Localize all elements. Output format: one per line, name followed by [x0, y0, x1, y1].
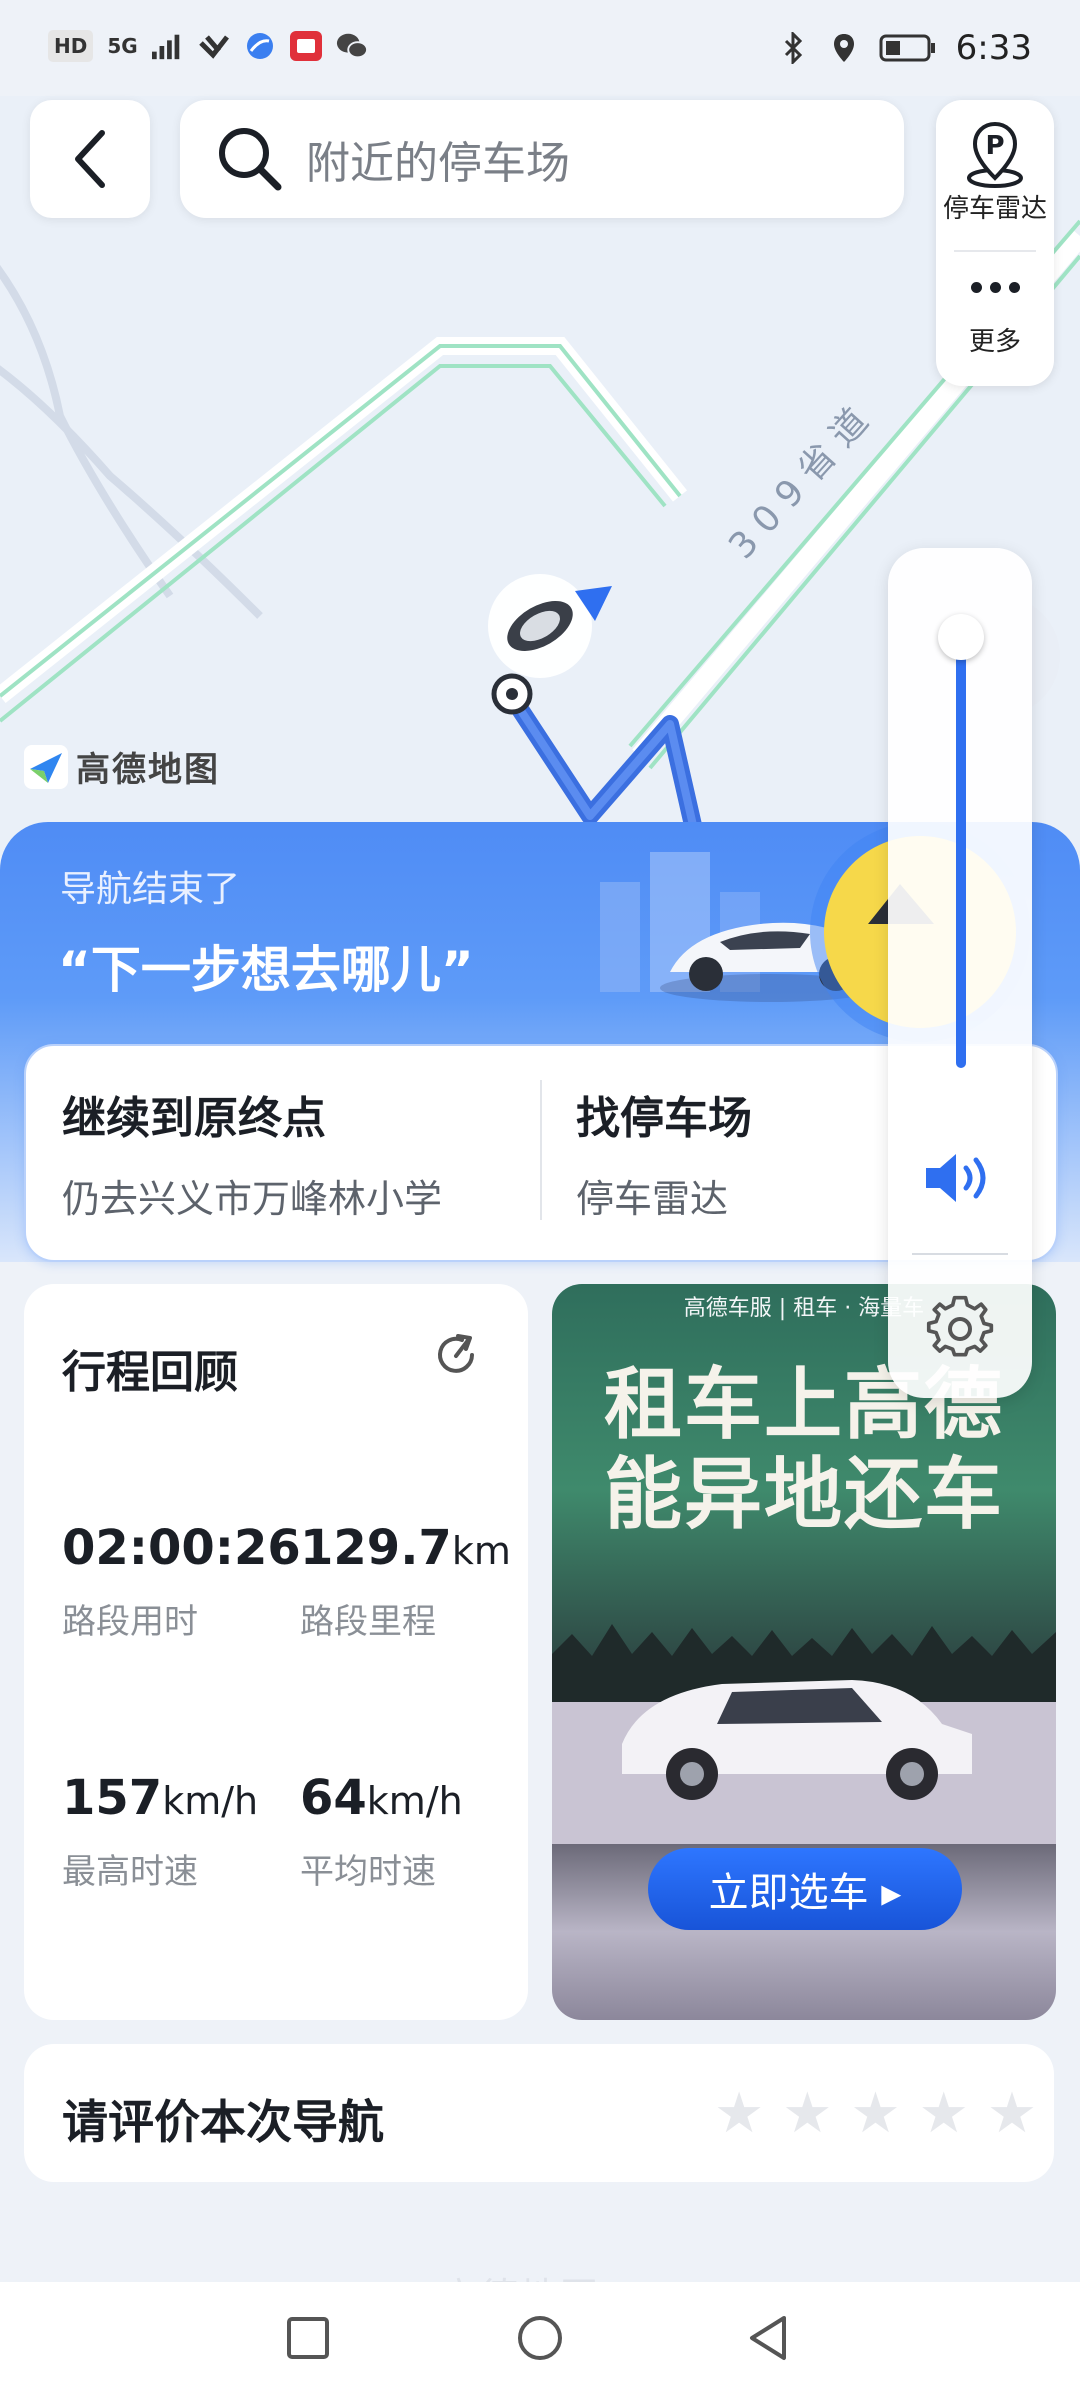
network-type: 5G [107, 34, 138, 58]
banner-subtitle: 导航结束了 [60, 869, 241, 910]
find-parking-title: 找停车场 [576, 1093, 752, 1144]
system-nav-bar [0, 2282, 1080, 2400]
browser-icon [244, 30, 276, 62]
svg-text:P: P [985, 131, 1004, 161]
star-icon[interactable]: ★ [987, 2086, 1037, 2142]
status-left: HD 5G [48, 30, 368, 62]
settings-button[interactable] [926, 1294, 994, 1366]
side-panel: P 停车雷达 更多 [936, 100, 1054, 386]
find-parking-option[interactable]: 找停车场 停车雷达 [576, 1082, 752, 1223]
status-right: 6:33 [778, 28, 1032, 68]
volume-fill [956, 638, 966, 1068]
side-divider [954, 250, 1036, 252]
back-button[interactable] [30, 100, 150, 218]
parking-radar-label: 停车雷达 [942, 194, 1047, 224]
wechat-icon [336, 30, 368, 62]
triangle-back-icon [750, 2316, 786, 2360]
trip-review-title: 行程回顾 [62, 1347, 238, 1398]
status-bar: HD 5G 6:33 [0, 0, 1080, 96]
stat-unit: km/h [162, 1779, 259, 1823]
search-input[interactable]: 附近的停车场 [306, 127, 570, 191]
gaode-logo-icon [24, 744, 68, 789]
select-car-button[interactable]: 立即选车 ▸ [648, 1848, 962, 1930]
search-bar[interactable]: 附近的停车场 [180, 100, 904, 218]
continue-subtitle: 仍去兴义市万峰林小学 [62, 1177, 443, 1221]
stat-label: 平均时速 [300, 1852, 436, 1892]
square-icon [287, 2317, 329, 2359]
destination-divider [540, 1080, 542, 1220]
star-icon[interactable]: ★ [850, 2086, 900, 2142]
wifi-icon [198, 30, 230, 62]
stat-label: 路段里程 [300, 1602, 436, 1642]
stat-label: 最高时速 [62, 1852, 198, 1892]
location-icon [828, 32, 860, 64]
home-button[interactable] [516, 2314, 564, 2366]
share-button[interactable] [432, 1330, 482, 1384]
gaode-logo-text: 高德地图 [76, 750, 220, 790]
hd-badge: HD [48, 30, 94, 62]
search-icon [219, 128, 282, 191]
signal-icon [151, 30, 184, 62]
gear-icon [926, 1295, 994, 1357]
continue-title: 继续到原终点 [62, 1093, 326, 1144]
stat-unit: km/h [366, 1779, 463, 1823]
clock: 6:33 [955, 28, 1032, 68]
continue-destination-option[interactable]: 继续到原终点 仍去兴义市万峰林小学 [62, 1082, 442, 1223]
find-parking-subtitle: 停车雷达 [576, 1177, 729, 1221]
star-icon[interactable]: ★ [714, 2086, 764, 2142]
banner-title: “下一步想去哪儿” [58, 941, 474, 999]
app-icon [289, 30, 322, 62]
stat-unit: km [451, 1529, 511, 1573]
speaker-button[interactable] [922, 1148, 1000, 1212]
stat-value: 64 [300, 1770, 367, 1826]
stat-max-speed: 157km/h 最高时速 [62, 1770, 258, 1893]
stat-duration: 02:00:26 路段用时 [62, 1520, 301, 1643]
stat-label: 路段用时 [62, 1602, 198, 1642]
chevron-left-icon [75, 130, 105, 188]
more-button[interactable]: 更多 [936, 268, 1054, 358]
stat-avg-speed: 64km/h 平均时速 [300, 1770, 463, 1893]
rating-title: 请评价本次导航 [62, 2095, 384, 2149]
share-icon [438, 1334, 474, 1373]
ad-headline-2: 能异地还车 [603, 1449, 1004, 1540]
star-icon[interactable]: ★ [782, 2086, 832, 2142]
ad-car-image [552, 1624, 1056, 1844]
speaker-icon [926, 1154, 986, 1202]
parking-radar-button[interactable]: P 停车雷达 [936, 118, 1054, 225]
volume-slider-handle[interactable] [938, 614, 984, 660]
more-icon [936, 282, 1054, 293]
back-nav-button[interactable] [746, 2314, 790, 2366]
rating-stars: ★ ★ ★ ★ ★ [714, 2086, 1037, 2142]
more-label: 更多 [968, 327, 1021, 357]
volume-panel [888, 548, 1032, 1398]
stat-value: 157 [62, 1770, 163, 1826]
bluetooth-icon [778, 32, 810, 64]
volume-divider [912, 1253, 1008, 1255]
circle-icon [518, 2316, 562, 2360]
gaode-logo: 高德地图 [24, 742, 220, 791]
stat-distance: 129.7km 路段里程 [300, 1520, 511, 1643]
stat-value: 129.7 [300, 1520, 452, 1576]
parking-radar-icon: P [967, 121, 1023, 188]
recent-apps-button[interactable] [286, 2316, 330, 2364]
battery-icon [878, 32, 938, 64]
stat-value: 02:00:26 [62, 1520, 301, 1576]
star-icon[interactable]: ★ [919, 2086, 969, 2142]
